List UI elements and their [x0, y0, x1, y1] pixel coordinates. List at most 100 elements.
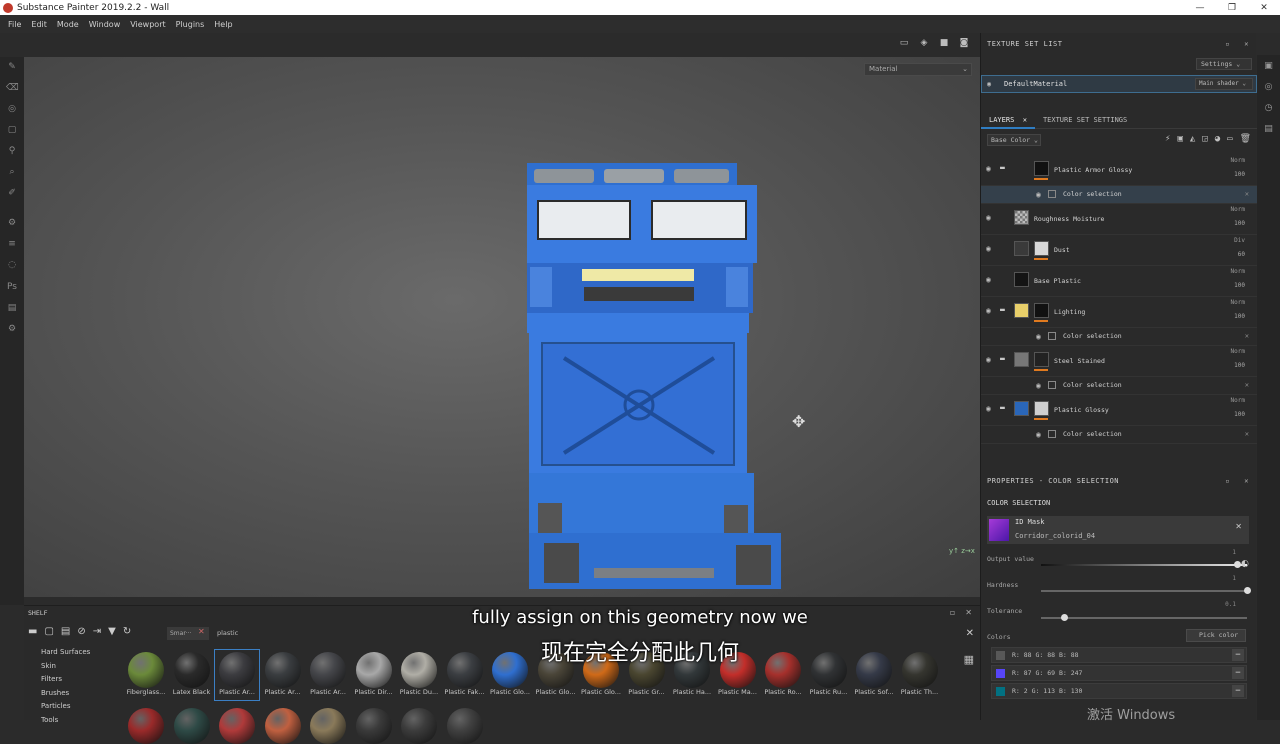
category-filters[interactable]: Filters: [28, 675, 118, 689]
add-folder-icon[interactable]: ▭: [1227, 134, 1232, 144]
visibility-eye-icon[interactable]: ◉: [986, 275, 991, 284]
color-entry[interactable]: R: 2 G: 113 B: 130 −: [991, 683, 1247, 699]
2d-view-icon[interactable]: ▭: [898, 38, 910, 48]
visibility-eye-icon[interactable]: ◉: [986, 244, 991, 253]
menu-viewport[interactable]: Viewport: [125, 20, 170, 29]
visibility-eye-icon[interactable]: ◉: [986, 213, 991, 222]
3d-viewport[interactable]: Material ⌄ ✥ y↑ z→x: [24, 57, 980, 597]
layer-color-selection-1[interactable]: ◉ Color selection ✕: [981, 186, 1257, 204]
display-settings-icon[interactable]: ◎: [1263, 82, 1274, 93]
delete-layer-icon[interactable]: 🗑: [1240, 134, 1251, 144]
visibility-eye-icon[interactable]: ◉: [1036, 430, 1041, 439]
add-layer-icon[interactable]: ◲: [1202, 134, 1207, 144]
settings-icon[interactable]: ⚙: [6, 323, 18, 335]
layer-base-plastic[interactable]: ◉ Base Plastic Norm 100: [981, 266, 1257, 297]
layer-color-selection-2[interactable]: ◉ Color selection ✕: [981, 328, 1257, 346]
remove-color-button[interactable]: −: [1232, 685, 1244, 697]
clone-icon[interactable]: ⌕: [6, 166, 18, 178]
shelf-material-item[interactable]: [264, 708, 301, 744]
shelf-material-item[interactable]: [128, 708, 164, 744]
remove-effect-icon[interactable]: ✕: [1245, 381, 1249, 389]
shelf-material-item[interactable]: [310, 708, 346, 744]
output-value-slider[interactable]: [1041, 564, 1247, 566]
visibility-eye-icon[interactable]: ◉: [986, 306, 991, 315]
menu-edit[interactable]: Edit: [26, 20, 52, 29]
layer-color-selection-3[interactable]: ◉ Color selection ✕: [981, 377, 1257, 395]
add-fill-layer-icon[interactable]: ◭: [1190, 134, 1195, 144]
category-particles[interactable]: Particles: [28, 702, 118, 716]
close-button[interactable]: ✕: [1248, 3, 1280, 13]
smudge-icon[interactable]: ⚲: [6, 145, 18, 157]
history-icon[interactable]: ◷: [1263, 103, 1274, 114]
maximize-button[interactable]: ❐: [1216, 3, 1248, 13]
export-icon[interactable]: ▤: [6, 302, 18, 314]
paint-brush-icon[interactable]: ✎: [6, 61, 18, 73]
material-picker-icon[interactable]: ≡: [6, 238, 18, 250]
shelf-material-item[interactable]: [446, 708, 483, 744]
visibility-eye-icon[interactable]: ◉: [1036, 381, 1041, 390]
texture-set-row[interactable]: ◉ DefaultMaterial Main shader ⌄: [981, 75, 1257, 93]
shelf-material-item[interactable]: [173, 708, 210, 744]
output-value-handle[interactable]: [1234, 561, 1241, 568]
menu-help[interactable]: Help: [209, 20, 237, 29]
menu-file[interactable]: File: [0, 20, 26, 29]
color-entry[interactable]: R: 87 G: 69 B: 247 −: [991, 665, 1247, 681]
menu-mode[interactable]: Mode: [52, 20, 84, 29]
viewport-material-select[interactable]: Material ⌄: [864, 63, 972, 76]
layer-blend-mode[interactable]: Div: [1234, 237, 1245, 244]
layer-blend-mode[interactable]: Norm: [1231, 268, 1245, 275]
layer-opacity[interactable]: 100: [1234, 220, 1245, 227]
layer-lighting[interactable]: ◉ ▬ Lighting Norm 100: [981, 297, 1257, 328]
texture-set-settings-dropdown[interactable]: Settings ⌄: [1196, 58, 1252, 70]
layer-roughness-moisture[interactable]: ◉ Roughness Moisture Norm 100: [981, 204, 1257, 235]
remove-effect-icon[interactable]: ✕: [1245, 430, 1249, 438]
layer-blend-mode[interactable]: Norm: [1231, 397, 1245, 404]
projection-icon[interactable]: ◎: [6, 103, 18, 115]
panel-window-buttons[interactable]: ▫ ✕: [1225, 33, 1249, 55]
color-picker-icon[interactable]: ◐: [1241, 559, 1249, 569]
layer-opacity[interactable]: 100: [1234, 282, 1245, 289]
layer-opacity[interactable]: 100: [1234, 313, 1245, 320]
visibility-eye-icon[interactable]: ◉: [987, 76, 991, 92]
tab-texture-set-settings[interactable]: TEXTURE SET SETTINGS: [1035, 111, 1135, 129]
visibility-eye-icon[interactable]: ◉: [1036, 332, 1041, 341]
visibility-eye-icon[interactable]: ◉: [986, 164, 991, 173]
shader-dropdown[interactable]: Main shader ⌄: [1195, 78, 1253, 90]
log-icon[interactable]: ▤: [1263, 124, 1274, 135]
channel-dropdown[interactable]: Base Color ⌄: [987, 134, 1041, 146]
eraser-icon[interactable]: ⌫: [6, 82, 19, 94]
visibility-eye-icon[interactable]: ◉: [1036, 190, 1041, 199]
clear-mask-icon[interactable]: ✕: [1235, 522, 1242, 531]
hardness-handle[interactable]: [1244, 587, 1251, 594]
category-brushes[interactable]: Brushes: [28, 689, 118, 703]
3d-view-icon[interactable]: ◈: [918, 38, 930, 48]
layer-opacity[interactable]: 60: [1238, 251, 1245, 258]
visibility-eye-icon[interactable]: ◉: [986, 404, 991, 413]
layer-blend-mode[interactable]: Norm: [1231, 206, 1245, 213]
layer-opacity[interactable]: 100: [1234, 171, 1245, 178]
hardness-slider[interactable]: [1041, 590, 1247, 592]
minimize-button[interactable]: —: [1184, 3, 1216, 13]
layer-opacity[interactable]: 100: [1234, 362, 1245, 369]
remove-effect-icon[interactable]: ✕: [1245, 332, 1249, 340]
tab-layers[interactable]: LAYERS ✕: [981, 111, 1035, 129]
layer-blend-mode[interactable]: Norm: [1231, 348, 1245, 355]
add-mask-icon[interactable]: ▣: [1177, 134, 1182, 144]
layer-dust[interactable]: ◉ Dust Div 60: [981, 235, 1257, 266]
photoshop-icon[interactable]: Ps: [6, 281, 18, 293]
layer-color-selection-4[interactable]: ◉ Color selection ✕: [981, 426, 1257, 444]
layer-plastic-armor-glossy[interactable]: ◉ ▬ Plastic Armor Glossy Norm 100: [981, 155, 1257, 186]
shelf-material-item[interactable]: [355, 708, 392, 744]
layer-plastic-glossy[interactable]: ◉ ▬ Plastic Glossy Norm 100: [981, 395, 1257, 426]
camera-icon[interactable]: ■: [938, 38, 950, 48]
baking-icon[interactable]: ◌: [6, 259, 18, 271]
shelf-material-item[interactable]: [219, 708, 255, 744]
category-tools[interactable]: Tools: [28, 716, 118, 730]
menu-plugins[interactable]: Plugins: [171, 20, 210, 29]
layer-steel-stained[interactable]: ◉ ▬ Steel Stained Norm 100: [981, 346, 1257, 377]
picker-icon[interactable]: ✐: [6, 187, 18, 199]
polygon-fill-icon[interactable]: ⚙: [6, 217, 18, 229]
remove-effect-icon[interactable]: ✕: [1245, 190, 1249, 198]
shelf-material-item[interactable]: [401, 708, 437, 744]
add-effect-icon[interactable]: ⚡: [1165, 134, 1170, 144]
